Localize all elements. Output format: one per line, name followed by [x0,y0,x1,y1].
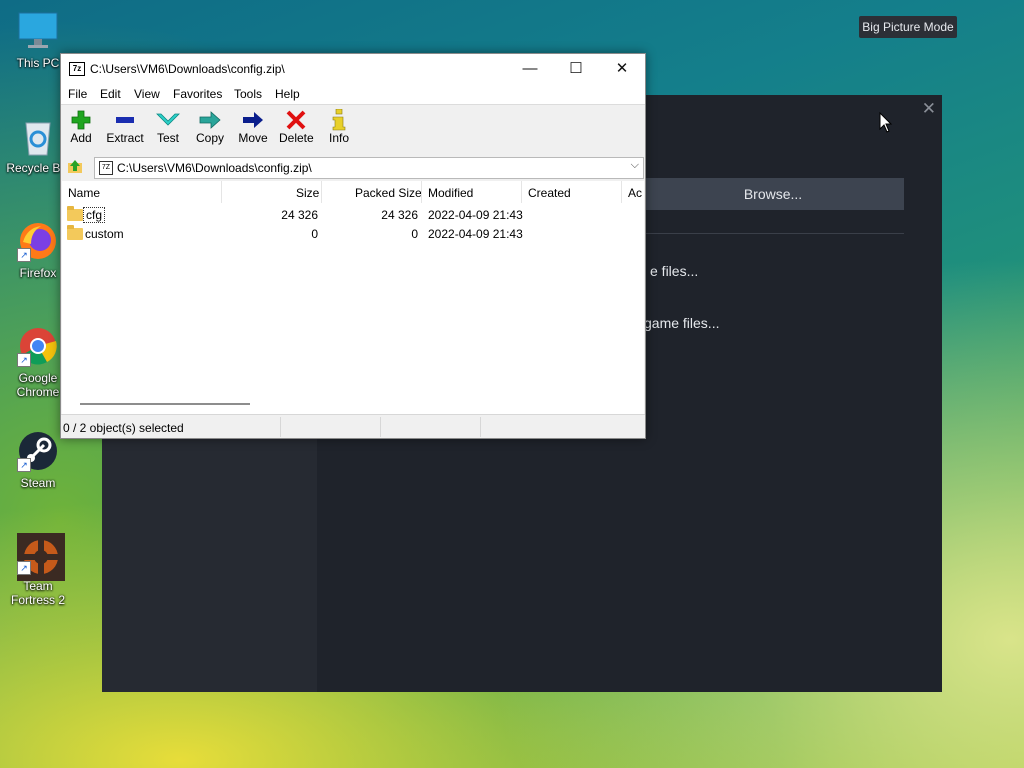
close-button[interactable]: ✕ [599,54,645,84]
file-list[interactable]: Name Size Packed Size Modified Created A… [62,181,644,414]
col-packed-size[interactable]: Packed Size [355,186,422,200]
chevron-down-icon[interactable]: ⌵ [631,159,639,172]
menu-favorites[interactable]: Favorites [173,87,222,101]
menu-view[interactable]: View [134,87,160,101]
row-name: custom [85,227,124,241]
col-created[interactable]: Created [528,186,571,200]
row-modified: 2022-04-09 21:43 [428,227,523,241]
close-icon[interactable]: ✕ [922,99,936,119]
toolbar: Add Extract Test Copy Move Delete Info [61,104,645,153]
verify-files-label: e files... [650,263,699,279]
big-picture-mode-button[interactable]: Big Picture Mode [859,16,957,38]
info-icon [327,108,351,131]
up-folder-icon[interactable] [67,158,83,174]
folder-icon [67,225,83,240]
row-name: cfg [83,207,106,223]
copy-arrow-icon [195,109,225,131]
move-label: Move [238,131,268,145]
delete-button[interactable]: Delete [279,109,314,145]
browse-label: Browse... [743,186,803,202]
title-bar[interactable]: 7z C:\Users\VM6\Downloads\config.zip\ — … [61,54,645,84]
shortcut-arrow-icon: ↗ [17,561,31,575]
menu-help[interactable]: Help [275,87,300,101]
move-button[interactable]: Move [237,109,269,145]
col-attributes[interactable]: Ac [628,186,642,200]
extract-label: Extract [106,131,144,145]
app-logo-icon: 7z [69,62,85,76]
maximize-button[interactable]: ☐ [553,54,599,84]
divider [642,233,904,234]
desktop-icon-label: Team Fortress 2 [10,579,65,607]
info-label: Info [328,131,349,145]
menu-edit[interactable]: Edit [100,87,121,101]
status-divider [380,417,381,437]
desktop-icon-tf2[interactable]: ↗ Team Fortress 2 [0,533,76,607]
shortcut-arrow-icon: ↗ [17,248,31,262]
col-modified[interactable]: Modified [428,186,473,200]
row-modified: 2022-04-09 21:43 [428,208,523,222]
folder-icon [67,206,83,221]
game-files-label: game files... [644,315,720,331]
scrollbar-thumb[interactable] [80,403,250,405]
minus-icon [105,109,145,131]
checkmark-icon [155,109,181,131]
row-packed: 24 326 [381,208,418,222]
status-divider [480,417,481,437]
file-manager-window: 7z C:\Users\VM6\Downloads\config.zip\ — … [60,53,646,439]
firefox-icon: ↗ [17,220,59,262]
add-button[interactable]: Add [67,109,95,145]
col-divider[interactable] [421,181,422,203]
row-packed: 0 [411,227,418,241]
browse-button[interactable]: Browse... [642,178,904,210]
status-text: 0 / 2 object(s) selected [63,421,184,435]
col-divider[interactable] [621,181,622,203]
extract-button[interactable]: Extract [105,109,145,145]
table-row[interactable]: cfg 24 326 24 326 2022-04-09 21:43 [62,206,644,225]
test-label: Test [156,131,179,145]
col-divider[interactable] [321,181,322,203]
col-size[interactable]: Size [296,186,319,200]
window-title: C:\Users\VM6\Downloads\config.zip\ [90,62,285,76]
plus-icon [67,109,95,131]
horizontal-scrollbar[interactable] [62,395,644,412]
copy-label: Copy [195,131,224,145]
column-header: Name Size Packed Size Modified Created A… [62,181,644,203]
desktop-icon-label: Google Chrome [16,371,60,399]
shortcut-arrow-icon: ↗ [17,353,31,367]
row-size: 24 326 [281,208,318,222]
chrome-icon: ↗ [17,325,59,367]
desktop-icon-label: Firefox [19,266,57,280]
desktop-icon-label: This PC [16,56,60,70]
menu-bar: File Edit View Favorites Tools Help [61,84,645,104]
minimize-button[interactable]: — [507,54,553,84]
menu-tools[interactable]: Tools [234,87,262,101]
desktop-icon-steam[interactable]: ↗ Steam [0,430,76,490]
info-button[interactable]: Info [327,108,351,145]
path-text: C:\Users\VM6\Downloads\config.zip\ [117,161,312,175]
monitor-icon [17,10,59,52]
col-divider[interactable] [221,181,222,203]
address-bar: 7Z C:\Users\VM6\Downloads\config.zip\ ⌵ [61,153,645,181]
delete-label: Delete [279,131,314,145]
row-size: 0 [311,227,318,241]
desktop-icon-label: Steam [20,476,56,490]
add-label: Add [70,131,92,145]
team-fortress-icon: ↗ [17,533,65,581]
recycle-bin-icon [17,115,59,157]
table-row[interactable]: custom 0 0 2022-04-09 21:43 [62,225,644,244]
status-bar: 0 / 2 object(s) selected [61,414,645,438]
steam-icon: ↗ [17,430,59,472]
col-name[interactable]: Name [68,186,100,200]
shortcut-arrow-icon: ↗ [17,458,31,472]
copy-button[interactable]: Copy [195,109,225,145]
menu-file[interactable]: File [68,87,87,101]
move-arrow-icon [237,109,269,131]
delete-x-icon [279,109,313,131]
col-divider[interactable] [521,181,522,203]
path-combobox[interactable]: 7Z C:\Users\VM6\Downloads\config.zip\ ⌵ [94,157,644,179]
archive-icon: 7Z [99,161,113,175]
test-button[interactable]: Test [155,109,181,145]
status-divider [280,417,281,437]
